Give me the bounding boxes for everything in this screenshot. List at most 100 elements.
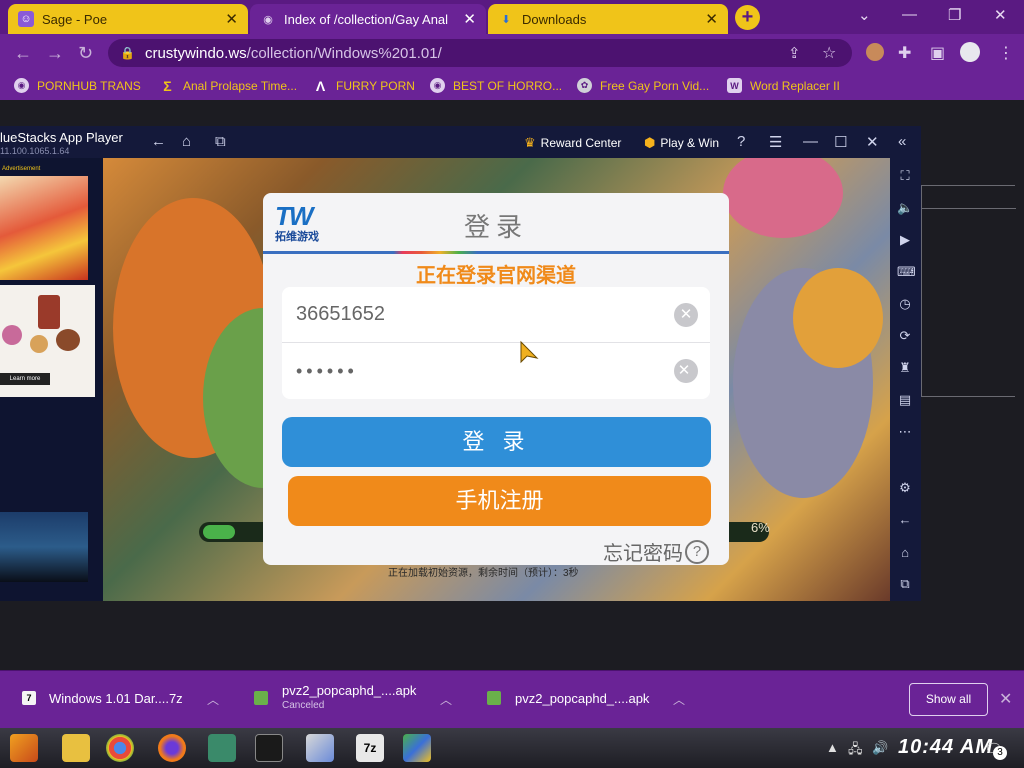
- close-downloads-bar-icon[interactable]: ✕: [999, 689, 1012, 709]
- volume-icon[interactable]: 🔊: [872, 740, 888, 756]
- lock-icon[interactable]: 🔒: [120, 46, 135, 60]
- learn-more-button[interactable]: Learn more: [0, 373, 50, 385]
- clear-username-icon[interactable]: ✕: [674, 303, 698, 327]
- start-button[interactable]: [10, 734, 38, 762]
- bookmark-item[interactable]: Λ FURRY PORN: [313, 78, 415, 94]
- brain-decoration: [723, 158, 843, 238]
- minimize-button[interactable]: —: [902, 6, 917, 23]
- play-win-button[interactable]: ⬢ Play & Win: [644, 135, 719, 151]
- app-icon[interactable]: [208, 734, 236, 762]
- tab-downloads[interactable]: ⬇ Downloads ✕: [488, 4, 728, 34]
- volume-icon[interactable]: 🔈: [897, 200, 913, 216]
- home-icon[interactable]: ⌂: [897, 545, 913, 561]
- home-icon[interactable]: ⌂: [182, 133, 191, 150]
- back-icon[interactable]: ←: [897, 512, 913, 528]
- chrome-icon[interactable]: [106, 734, 134, 762]
- forward-icon[interactable]: →: [46, 43, 64, 64]
- keyboard-icon[interactable]: ⌨: [897, 264, 916, 280]
- tab-close-icon[interactable]: ✕: [225, 10, 238, 28]
- username-field[interactable]: 36651652 ✕: [282, 287, 710, 343]
- ad-image[interactable]: [0, 512, 88, 582]
- bookmark-item[interactable]: ◉ BEST OF HORRO...: [430, 78, 562, 93]
- download-name: pvz2_popcaphd_....apk: [282, 683, 417, 698]
- side-panel-icon[interactable]: ▣: [930, 43, 945, 63]
- tab-close-icon[interactable]: ✕: [463, 10, 476, 28]
- word-replacer-icon: W: [727, 78, 742, 93]
- loading-text: 正在加载初始资源，剩余时间（预计）：3秒: [388, 568, 579, 579]
- game-controls-icon[interactable]: ♜: [897, 360, 913, 376]
- firefox-icon[interactable]: [158, 734, 186, 762]
- paint-icon[interactable]: [306, 734, 334, 762]
- maximize-icon[interactable]: ☐: [834, 133, 847, 151]
- download-item[interactable]: pvz2_popcaphd_....apk Canceled: [282, 683, 416, 711]
- ad-image[interactable]: Learn more: [0, 285, 95, 397]
- tray-arrow-icon[interactable]: ▲: [826, 740, 839, 755]
- toolbar: ← → ↻ 🔒 crustywindo.ws/collection/Window…: [0, 34, 1024, 72]
- minimize-icon[interactable]: —: [803, 133, 818, 150]
- tab-label: Downloads: [522, 11, 587, 27]
- recent-apps-icon[interactable]: ⧉: [897, 576, 913, 592]
- url-path: /collection/Windows%201.01/: [246, 44, 442, 62]
- new-tab-button[interactable]: +: [735, 5, 760, 30]
- bookmark-item[interactable]: ◉ PORNHUB TRANS: [14, 78, 141, 93]
- menu-kebab-icon[interactable]: ⋮: [998, 43, 1014, 63]
- 7zip-icon[interactable]: 7z: [356, 734, 384, 762]
- profile-icon[interactable]: [960, 42, 980, 62]
- clear-password-icon[interactable]: ✕: [674, 359, 698, 383]
- chevron-up-icon[interactable]: ︿: [440, 691, 452, 708]
- close-window-button[interactable]: ✕: [994, 6, 1007, 24]
- extension-avatar-icon[interactable]: [866, 43, 884, 61]
- show-all-button[interactable]: Show all: [909, 683, 988, 716]
- apk-install-icon[interactable]: ▤: [897, 392, 913, 408]
- terminal-icon[interactable]: [255, 734, 283, 762]
- login-button[interactable]: 登 录: [282, 417, 711, 467]
- fullscreen-icon[interactable]: ⛶: [897, 168, 913, 184]
- download-status: Canceled: [282, 700, 325, 711]
- bookmark-item[interactable]: Σ Anal Prolapse Time...: [160, 78, 297, 94]
- globe-icon: ◉: [430, 78, 445, 93]
- forgot-password-link[interactable]: 忘记密码 ?: [603, 537, 709, 565]
- more-icon[interactable]: ⋯: [897, 424, 913, 440]
- network-icon[interactable]: 🖧: [848, 740, 863, 762]
- chevron-up-icon[interactable]: ︿: [673, 691, 685, 708]
- reward-center-button[interactable]: ♛ Reward Center: [524, 135, 621, 151]
- back-icon[interactable]: ←: [151, 133, 166, 150]
- menu-icon[interactable]: ☰: [769, 133, 782, 151]
- close-icon[interactable]: ✕: [866, 133, 879, 151]
- bookmark-star-icon[interactable]: ☆: [822, 43, 836, 63]
- bookmark-item[interactable]: ✿ Free Gay Porn Vid...: [577, 78, 709, 93]
- ad-image[interactable]: [0, 176, 88, 280]
- password-field[interactable]: •••••• ✕: [282, 343, 710, 399]
- help-icon[interactable]: ?: [737, 133, 745, 150]
- screen-record-icon[interactable]: ▶: [897, 232, 913, 248]
- bluestacks-taskbar-icon[interactable]: [403, 734, 431, 762]
- help-circle-icon: ?: [685, 539, 709, 564]
- tab-index-collection[interactable]: ◉ Index of /collection/Gay Anal ✕: [250, 4, 486, 34]
- chevron-up-icon[interactable]: ︿: [207, 691, 219, 708]
- back-icon[interactable]: ←: [14, 43, 32, 64]
- tab-search-icon[interactable]: ⌄: [858, 6, 871, 24]
- tab-close-icon[interactable]: ✕: [705, 10, 718, 28]
- download-item[interactable]: Windows 1.01 Dar....7z: [49, 691, 183, 706]
- bookmark-label: PORNHUB TRANS: [37, 78, 141, 93]
- bird-character: [793, 268, 883, 368]
- rainbow-divider: [263, 251, 729, 254]
- restore-button[interactable]: ❐: [948, 6, 961, 24]
- rotate-icon[interactable]: ⟳: [897, 328, 913, 344]
- cursor-icon: [520, 340, 539, 364]
- macro-icon[interactable]: ◷: [897, 296, 913, 312]
- extensions-puzzle-icon[interactable]: ✚: [898, 43, 911, 63]
- download-item[interactable]: pvz2_popcaphd_....apk: [515, 691, 649, 706]
- collapse-sidebar-icon[interactable]: «: [898, 133, 906, 150]
- recent-apps-icon[interactable]: ⧉: [215, 133, 226, 150]
- reload-icon[interactable]: ↻: [78, 43, 93, 64]
- share-icon[interactable]: ⇪: [788, 44, 801, 62]
- taskbar-clock[interactable]: 10:44 AM: [898, 736, 993, 759]
- settings-icon[interactable]: ⚙: [897, 480, 913, 496]
- bookmark-item[interactable]: W Word Replacer II: [727, 78, 840, 93]
- address-bar[interactable]: 🔒 crustywindo.ws/collection/Windows%201.…: [108, 39, 852, 67]
- bookmark-label: BEST OF HORRO...: [453, 78, 563, 93]
- phone-register-button[interactable]: 手机注册: [288, 476, 711, 526]
- file-explorer-icon[interactable]: [62, 734, 90, 762]
- tab-sage-poe[interactable]: ☺ Sage - Poe ✕: [8, 4, 248, 34]
